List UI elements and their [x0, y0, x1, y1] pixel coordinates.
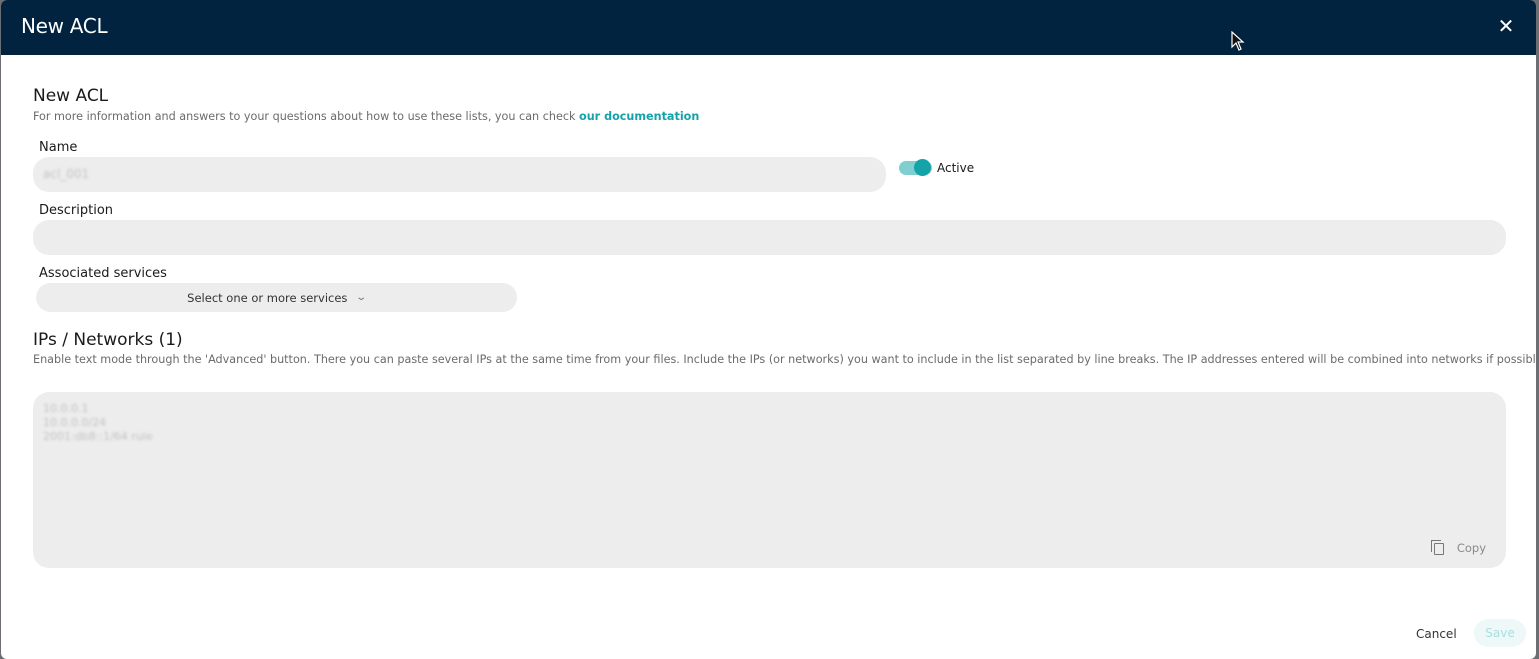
chevron-down-icon: ⌄ — [355, 292, 368, 303]
ip-line: 10.0.0.0/24 — [43, 416, 107, 429]
copy-label: Copy — [1456, 540, 1486, 555]
ips-help: Enable text mode through the 'Advanced' … — [33, 353, 1536, 366]
ips-textarea[interactable]: 10.0.0.1 10.0.0.0/24 2001:db8::1/64 rule… — [33, 392, 1506, 568]
name-label: Name — [39, 140, 78, 155]
services-select[interactable]: Select one or more services ⌄ — [36, 283, 517, 312]
copy-button[interactable]: Copy — [1430, 540, 1486, 555]
section-subtitle: For more information and answers to your… — [33, 110, 699, 123]
new-acl-modal: New ACL ✕ New ACL For more information a… — [1, 0, 1536, 659]
active-toggle[interactable] — [899, 159, 932, 176]
ip-line: 2001:db8::1/64 rule — [43, 430, 153, 443]
save-button[interactable]: Save — [1474, 619, 1526, 647]
close-icon: ✕ — [1497, 14, 1515, 38]
modal-title: New ACL — [21, 14, 108, 38]
ips-title: IPs / Networks (1) — [33, 330, 183, 350]
services-label: Associated services — [39, 266, 167, 281]
ip-line: 10.0.0.1 — [43, 402, 89, 415]
name-input[interactable]: acl_001 — [33, 157, 886, 192]
toggle-knob — [914, 159, 931, 176]
services-placeholder: Select one or more services — [187, 290, 348, 305]
subtitle-text: For more information and answers to your… — [33, 110, 580, 123]
active-label: Active — [937, 161, 975, 175]
modal-header: New ACL ✕ — [1, 0, 1536, 55]
name-value: acl_001 — [43, 167, 90, 181]
mouse-cursor-icon — [1231, 31, 1245, 51]
close-button[interactable]: ✕ — [1494, 14, 1518, 38]
cancel-button[interactable]: Cancel — [1410, 622, 1463, 646]
description-input[interactable] — [33, 220, 1506, 255]
description-label: Description — [39, 203, 114, 218]
documentation-link[interactable]: our documentation — [579, 110, 699, 123]
copy-icon — [1430, 540, 1445, 555]
section-title: New ACL — [33, 86, 109, 106]
